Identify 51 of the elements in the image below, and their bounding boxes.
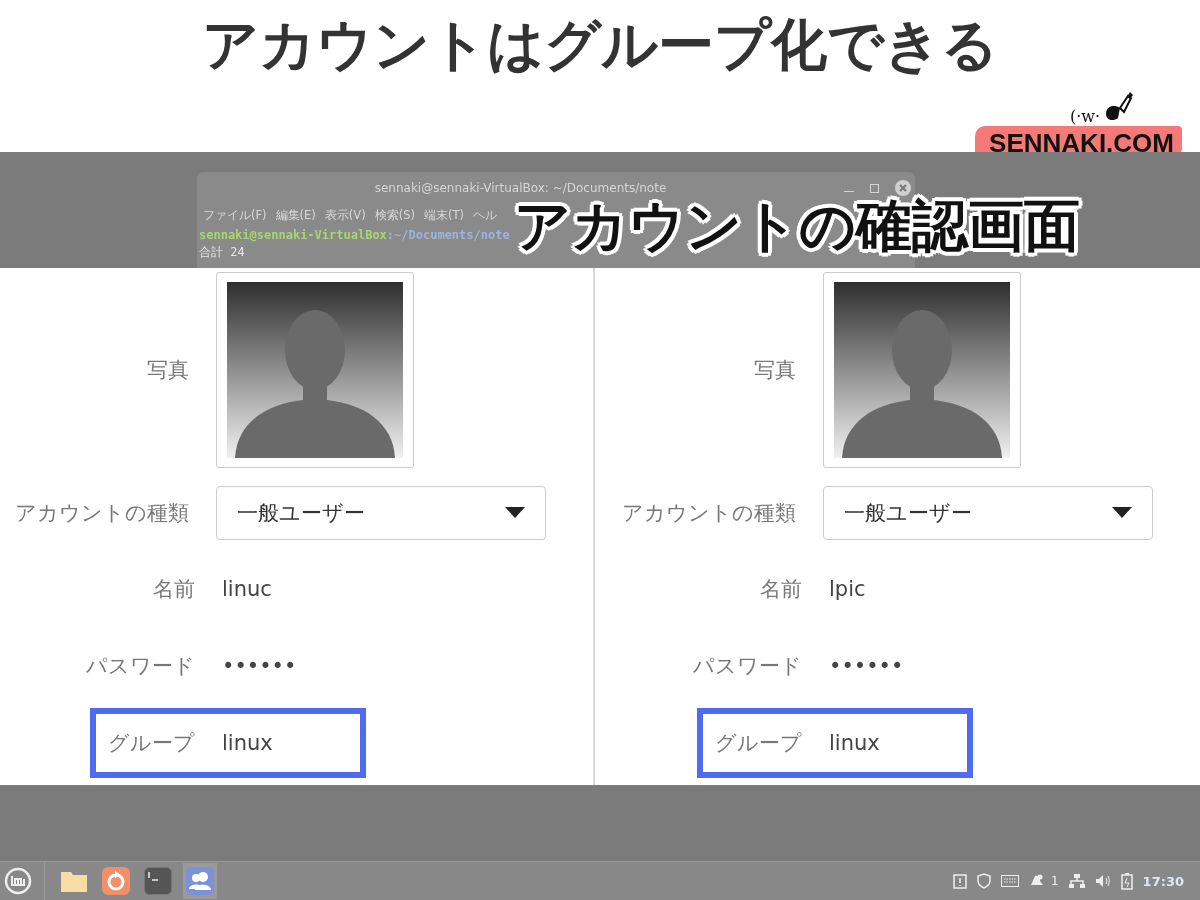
users-icon [186, 867, 214, 895]
account-type-dropdown[interactable]: 一般ユーザー [823, 486, 1153, 540]
photo-button[interactable] [823, 272, 1021, 468]
dropdown-arrow-icon [1112, 507, 1132, 519]
field-label: 写真 [146, 357, 190, 384]
battery-icon[interactable] [1120, 872, 1133, 890]
network-icon[interactable] [1068, 873, 1085, 889]
menu-item[interactable]: 編集(E) [275, 208, 316, 223]
terminal-icon [144, 867, 172, 895]
field-value: •••••• [829, 653, 904, 678]
close-button[interactable] [895, 180, 911, 196]
field-label: アカウントの種類 [621, 500, 797, 527]
prompt-path: :~/Documents/note [386, 228, 510, 242]
notification-count: 1 [1050, 874, 1059, 888]
maximize-button[interactable] [870, 183, 879, 193]
folder-icon [60, 869, 88, 893]
terminal-line: 合計 24 [199, 244, 246, 261]
field-label: アカウントの種類 [14, 500, 190, 527]
field-value: lpic [829, 576, 866, 601]
caption-title: アカウントの確認画面 [514, 198, 1080, 254]
menu-icon[interactable] [4, 867, 32, 895]
field-value: linux [829, 730, 880, 755]
clock[interactable]: 17:30 [1142, 873, 1184, 889]
field-value: linuc [222, 576, 272, 601]
photo-button[interactable] [216, 272, 414, 468]
volume-icon[interactable] [1094, 874, 1111, 888]
field-label: 写真 [753, 357, 797, 384]
clipboard-icon[interactable] [952, 873, 967, 889]
shield-refresh-icon [102, 867, 130, 895]
page-title: アカウントはグループ化できる [201, 11, 999, 79]
window-title: sennaki@sennaki-VirtualBox: ~/Documents/note [373, 181, 668, 195]
field-label: 名前 [152, 575, 196, 603]
field-label: パスワード [85, 652, 196, 680]
dropdown-arrow-icon [505, 507, 525, 519]
field-label: グループ [714, 729, 803, 757]
keyboard-icon[interactable] [1000, 875, 1019, 887]
field-label: グループ [107, 729, 196, 757]
users-launcher[interactable] [183, 863, 217, 899]
menu-item[interactable]: 検索(S) [374, 208, 415, 223]
field-label: 名前 [759, 575, 803, 603]
shield-icon[interactable] [976, 873, 991, 889]
field-value: •••••• [222, 653, 297, 678]
prompt-user: sennaki@sennaki-VirtualBox [199, 228, 387, 242]
menu-item[interactable]: ヘル [472, 208, 497, 223]
logo-face: (·w· [1069, 107, 1100, 126]
menu-item[interactable]: ファイル(F) [203, 208, 267, 223]
field-label: パスワード [692, 652, 803, 680]
account-type-dropdown[interactable]: 一般ユーザー [216, 486, 546, 540]
menu-item[interactable]: 表示(V) [324, 208, 366, 223]
menu-item[interactable]: 端末(T) [423, 208, 464, 223]
field-value: linux [222, 730, 273, 755]
